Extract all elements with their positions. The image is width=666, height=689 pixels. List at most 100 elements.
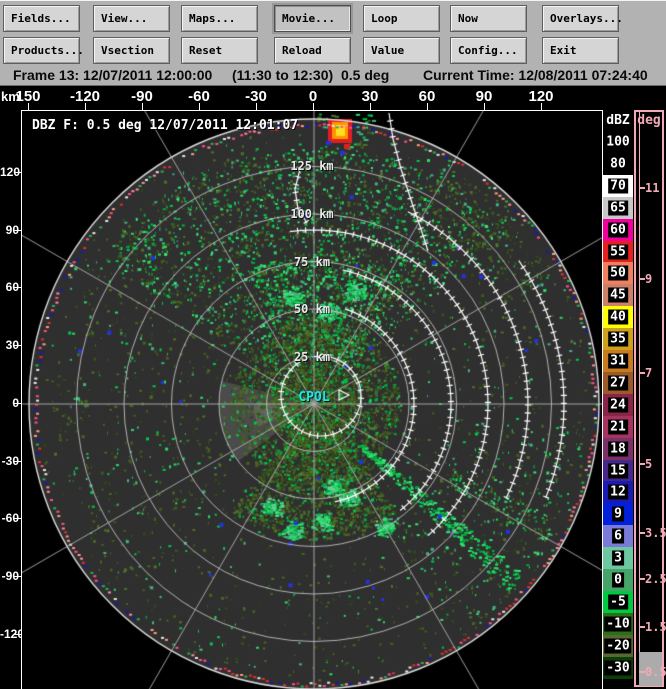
colorbar-entry: 45 <box>603 284 633 307</box>
colorbar-entry: 40 <box>603 306 633 329</box>
range-ring-label: 100 km <box>290 207 334 221</box>
elevation-tick-label: 7 <box>645 366 653 380</box>
colorbar-entry-label: 0 <box>612 572 624 588</box>
toolbar-button-vsection[interactable]: Vsection <box>93 37 170 64</box>
left-axis-tick-mark <box>14 172 21 173</box>
toolbar-button-movie[interactable]: Movie... <box>274 5 351 32</box>
colorbar-entry: -10 <box>603 612 633 635</box>
elevation-tick-7[interactable]: 7 <box>636 366 662 380</box>
elevation-tick-label: 2.5 <box>645 572 666 586</box>
toolbar-button-loop[interactable]: Loop <box>363 5 440 32</box>
left-axis-tick-mark <box>14 518 21 519</box>
colorbar-entry: 35 <box>603 328 633 351</box>
colorbar-entry: 70 <box>603 174 633 197</box>
colorbar-entry-label: 18 <box>608 441 628 457</box>
colorbar-entry-label: 15 <box>608 463 628 478</box>
range-ring-label: 125 km <box>290 159 334 173</box>
toolbar-button-value[interactable]: Value <box>363 37 440 64</box>
elevation-tick-label: 0.5 <box>645 665 666 679</box>
colorbar-entry-label: 100 <box>604 134 632 150</box>
left-axis-tick-mark <box>14 403 21 404</box>
colorbar-entry: 15 <box>603 459 633 482</box>
left-axis-tick-mark <box>14 461 21 462</box>
frame-time-label: Frame 13: 12/07/2011 12:00:00 <box>13 67 213 83</box>
loop-interval-label: (11:30 to 12:30) <box>232 67 334 83</box>
colorbar-entry-label: 12 <box>608 484 628 500</box>
colorbar-entry: 3 <box>603 547 633 570</box>
left-axis-tick-mark <box>14 634 21 635</box>
colorbar-entry: 9 <box>603 503 633 526</box>
range-ring-label: 50 km <box>293 302 331 316</box>
elevation-tick-5[interactable]: 5 <box>636 457 662 471</box>
colorbar-entry-label: 3 <box>612 550 624 566</box>
toolbar-button-maps[interactable]: Maps... <box>181 5 258 32</box>
colorbar-entry: 31 <box>603 350 633 372</box>
colorbar-entry: -20 <box>603 634 633 657</box>
colorbar-entry-label: 45 <box>608 287 628 303</box>
colorbar-entry-label: -5 <box>608 594 628 610</box>
toolbar-button-exit[interactable]: Exit <box>542 37 619 64</box>
colorbar-entry: -30 <box>603 656 633 679</box>
colorbar-entry: 21 <box>603 415 633 438</box>
colorbar-entry-label: 60 <box>608 222 628 238</box>
colorbar-entry: 55 <box>603 240 633 263</box>
range-ring-label: 75 km <box>293 255 331 269</box>
colorbar-entry-label: 35 <box>608 331 628 347</box>
plot-field-header: DBZ F: 0.5 deg 12/07/2011 12:01:07 <box>32 118 299 133</box>
colorbar-entry: -5 <box>603 590 633 613</box>
colorbar-entry: 12 <box>603 481 633 504</box>
colorbar-entry: 24 <box>603 393 633 416</box>
colorbar-entry-label: 9 <box>612 506 624 522</box>
colorbar-entry-label: 31 <box>608 353 628 369</box>
colorbar-entry-label: 6 <box>612 528 624 544</box>
range-ring-label: 25 km <box>293 350 331 364</box>
elevation-tick-label: 9 <box>645 272 653 286</box>
left-axis-tick-mark <box>14 287 21 288</box>
radar-site-label: CPOL <box>298 390 330 405</box>
elevation-tick-label: 11 <box>645 181 660 195</box>
colorbar-entry: 60 <box>603 218 633 241</box>
colorbar-entry: 27 <box>603 371 633 394</box>
colorbar-entry-label: -10 <box>604 616 632 632</box>
elevation-tick-label: 5 <box>645 457 653 471</box>
elevation-label: 0.5 deg <box>341 67 390 83</box>
toolbar-button-now[interactable]: Now <box>450 5 527 32</box>
colorbar-entry: 0 <box>603 569 633 591</box>
colorbar-entry: 100 <box>603 131 633 153</box>
toolbar-button-overlays[interactable]: Overlays... <box>542 5 623 32</box>
radar-application-window: Frame 13: 12/07/2011 12:00:00 (11:30 to … <box>0 0 666 689</box>
colorbar-entry: 18 <box>603 437 633 460</box>
colorbar-entry-label: 40 <box>608 309 628 325</box>
colorbar-entry: 6 <box>603 525 633 548</box>
colorbar-entry-label: 65 <box>608 200 628 216</box>
colorbar-entry-label: 70 <box>608 178 628 194</box>
elevation-tick-11[interactable]: 11 <box>636 181 662 195</box>
elevation-tick-1-5[interactable]: 1.5 <box>636 620 666 634</box>
colorbar-entry-label: -30 <box>604 660 632 676</box>
current-time-label: Current Time: 12/08/2011 07:24:40 <box>423 67 648 83</box>
colorbar-entry: 65 <box>603 196 633 219</box>
elevation-tick-9[interactable]: 9 <box>636 272 662 286</box>
colorbar-entry-label: 50 <box>608 265 628 281</box>
status-bar: Frame 13: 12/07/2011 12:00:00 (11:30 to … <box>0 67 666 84</box>
toolbar-button-products[interactable]: Products... <box>3 37 84 64</box>
colorbar-entry: 80 <box>603 152 633 175</box>
radar-plot-area: DBZ F: 0.5 deg 12/07/2011 12:01:07 125 k… <box>21 110 603 689</box>
colorbar-entry-label: 24 <box>608 397 628 413</box>
elevation-tick-3-5[interactable]: 3.5 <box>636 526 666 540</box>
toolbar-button-fields[interactable]: Fields... <box>3 5 80 32</box>
left-axis-tick-mark <box>14 576 21 577</box>
dbz-color-scale: dBZ 100 80 70 65 60 55 50 45 40 35 31 27 24 21 18 15 12 9… <box>603 110 633 689</box>
color-scale-title: dBZ <box>606 113 630 128</box>
colorbar-entry-label: -20 <box>604 638 632 654</box>
elevation-tick-0-5[interactable]: 0.5 <box>636 665 666 679</box>
colorbar-entry-label: 21 <box>608 419 628 435</box>
toolbar-button-config[interactable]: Config... <box>450 37 527 64</box>
elevation-tick-2-5[interactable]: 2.5 <box>636 572 666 586</box>
toolbar-button-reload[interactable]: Reload <box>274 37 351 64</box>
toolbar-button-reset[interactable]: Reset <box>181 37 258 64</box>
toolbar: Frame 13: 12/07/2011 12:00:00 (11:30 to … <box>0 0 666 86</box>
toolbar-button-view[interactable]: View... <box>93 5 170 32</box>
elevation-tick-label: 3.5 <box>645 526 666 540</box>
elevation-angle-selector[interactable]: deg 11 9 7 5 3.5 2.5 1.5 0.5 <box>634 110 666 687</box>
